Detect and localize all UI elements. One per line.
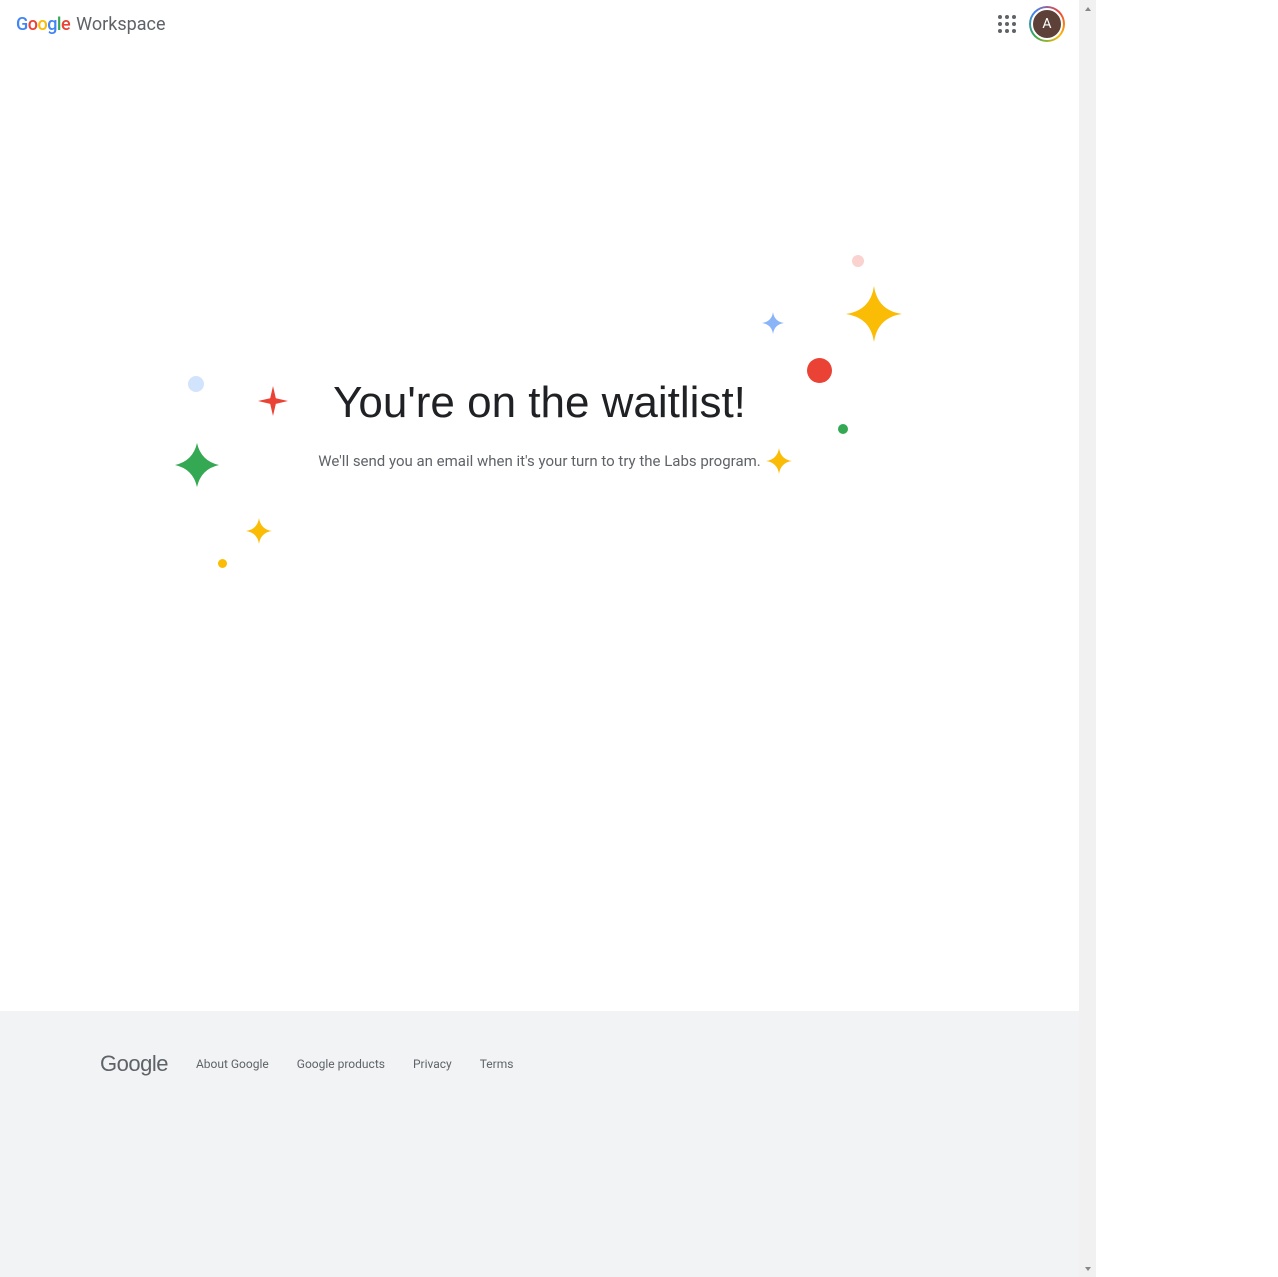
decoration-dot (852, 255, 864, 267)
scrollbar[interactable] (1079, 0, 1096, 1277)
right-gutter (1079, 0, 1261, 1277)
apps-launcher-icon[interactable] (995, 12, 1019, 36)
sparkle-icon (762, 312, 784, 334)
scroll-down-icon[interactable] (1079, 1260, 1096, 1277)
footer: Google About Google Google products Priv… (0, 1011, 1079, 1277)
google-logo: Google (16, 14, 70, 35)
product-name: Workspace (76, 14, 165, 35)
header: Google Workspace A (0, 0, 1079, 48)
header-actions: A (995, 8, 1063, 40)
scroll-up-icon[interactable] (1079, 0, 1096, 17)
sparkle-icon (846, 286, 902, 342)
page-subtitle: We'll send you an email when it's your t… (0, 452, 1079, 470)
footer-link-products[interactable]: Google products (297, 1057, 385, 1071)
footer-link-privacy[interactable]: Privacy (413, 1057, 452, 1071)
footer-link-terms[interactable]: Terms (480, 1057, 514, 1071)
sparkle-icon (246, 518, 272, 544)
account-avatar[interactable]: A (1031, 8, 1063, 40)
footer-links: About Google Google products Privacy Ter… (196, 1057, 513, 1071)
page-title: You're on the waitlist! (0, 378, 1079, 428)
avatar-initial: A (1031, 8, 1063, 40)
hero: You're on the waitlist! We'll send you a… (0, 378, 1079, 470)
decoration-dot (218, 559, 227, 568)
main-content: You're on the waitlist! We'll send you a… (0, 48, 1079, 968)
brand-logo[interactable]: Google Workspace (16, 14, 166, 35)
footer-logo: Google (100, 1051, 168, 1077)
footer-link-about[interactable]: About Google (196, 1057, 269, 1071)
